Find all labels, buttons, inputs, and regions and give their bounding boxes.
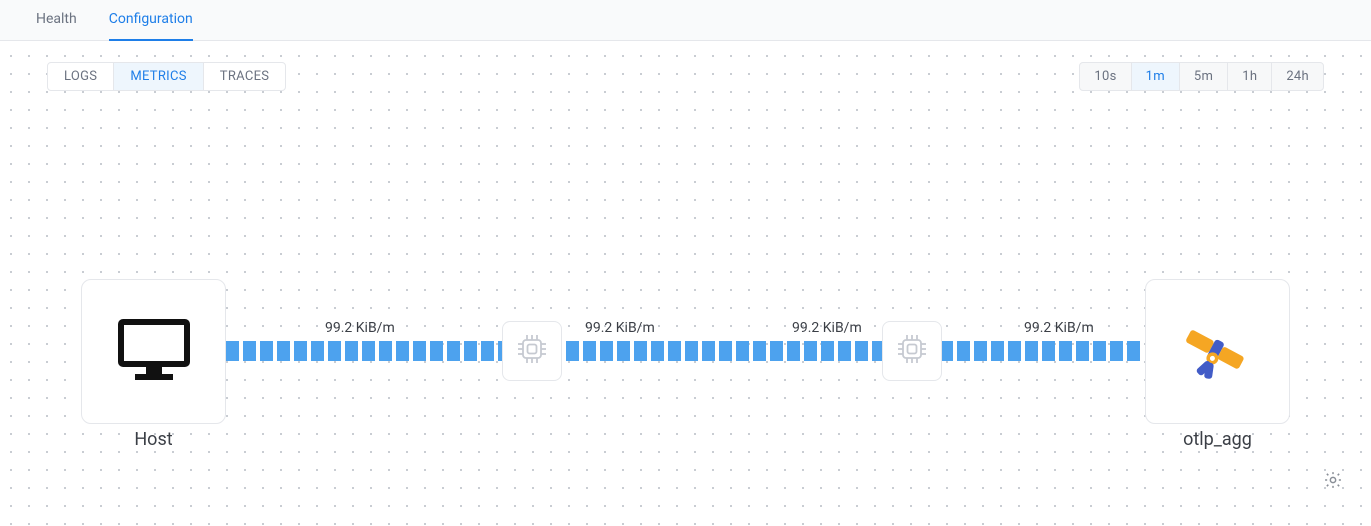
time-5m[interactable]: 5m	[1180, 63, 1228, 90]
signal-metrics[interactable]: METRICS	[114, 63, 203, 90]
signal-logs[interactable]: LOGS	[48, 63, 114, 90]
settings-button[interactable]	[1319, 468, 1347, 496]
time-1h[interactable]: 1h	[1228, 63, 1272, 90]
destination-node-label: otlp_agg	[1145, 429, 1290, 450]
processor-node[interactable]	[882, 321, 942, 381]
data-flow	[226, 341, 1141, 361]
source-node[interactable]	[81, 279, 226, 424]
cpu-icon	[515, 332, 549, 370]
tab-configuration[interactable]: Configuration	[109, 0, 193, 41]
top-nav: Health Configuration	[0, 0, 1371, 41]
cpu-icon	[895, 332, 929, 370]
flow-rate-label: 99.2 KiB/m	[585, 320, 655, 336]
telescope-icon	[1177, 314, 1259, 390]
destination-node[interactable]	[1145, 279, 1290, 424]
pipeline-graph: 99.2 KiB/m 99.2 KiB/m 99.2 KiB/m 99.2 Ki…	[0, 279, 1371, 424]
tab-health[interactable]: Health	[36, 0, 77, 41]
time-range-group: 10s 1m 5m 1h 24h	[1079, 62, 1324, 91]
time-10s[interactable]: 10s	[1080, 63, 1131, 90]
flow-rate-label: 99.2 KiB/m	[325, 320, 395, 336]
flow-rate-label: 99.2 KiB/m	[1024, 320, 1094, 336]
monitor-icon	[117, 318, 191, 386]
time-1m[interactable]: 1m	[1132, 63, 1180, 90]
flow-rate-label: 99.2 KiB/m	[792, 320, 862, 336]
source-node-label: Host	[81, 429, 226, 450]
processor-node[interactable]	[502, 321, 562, 381]
signal-traces[interactable]: TRACES	[204, 63, 286, 90]
time-24h[interactable]: 24h	[1272, 63, 1323, 90]
gear-icon	[1323, 470, 1343, 494]
signal-select-group: LOGS METRICS TRACES	[47, 62, 286, 91]
